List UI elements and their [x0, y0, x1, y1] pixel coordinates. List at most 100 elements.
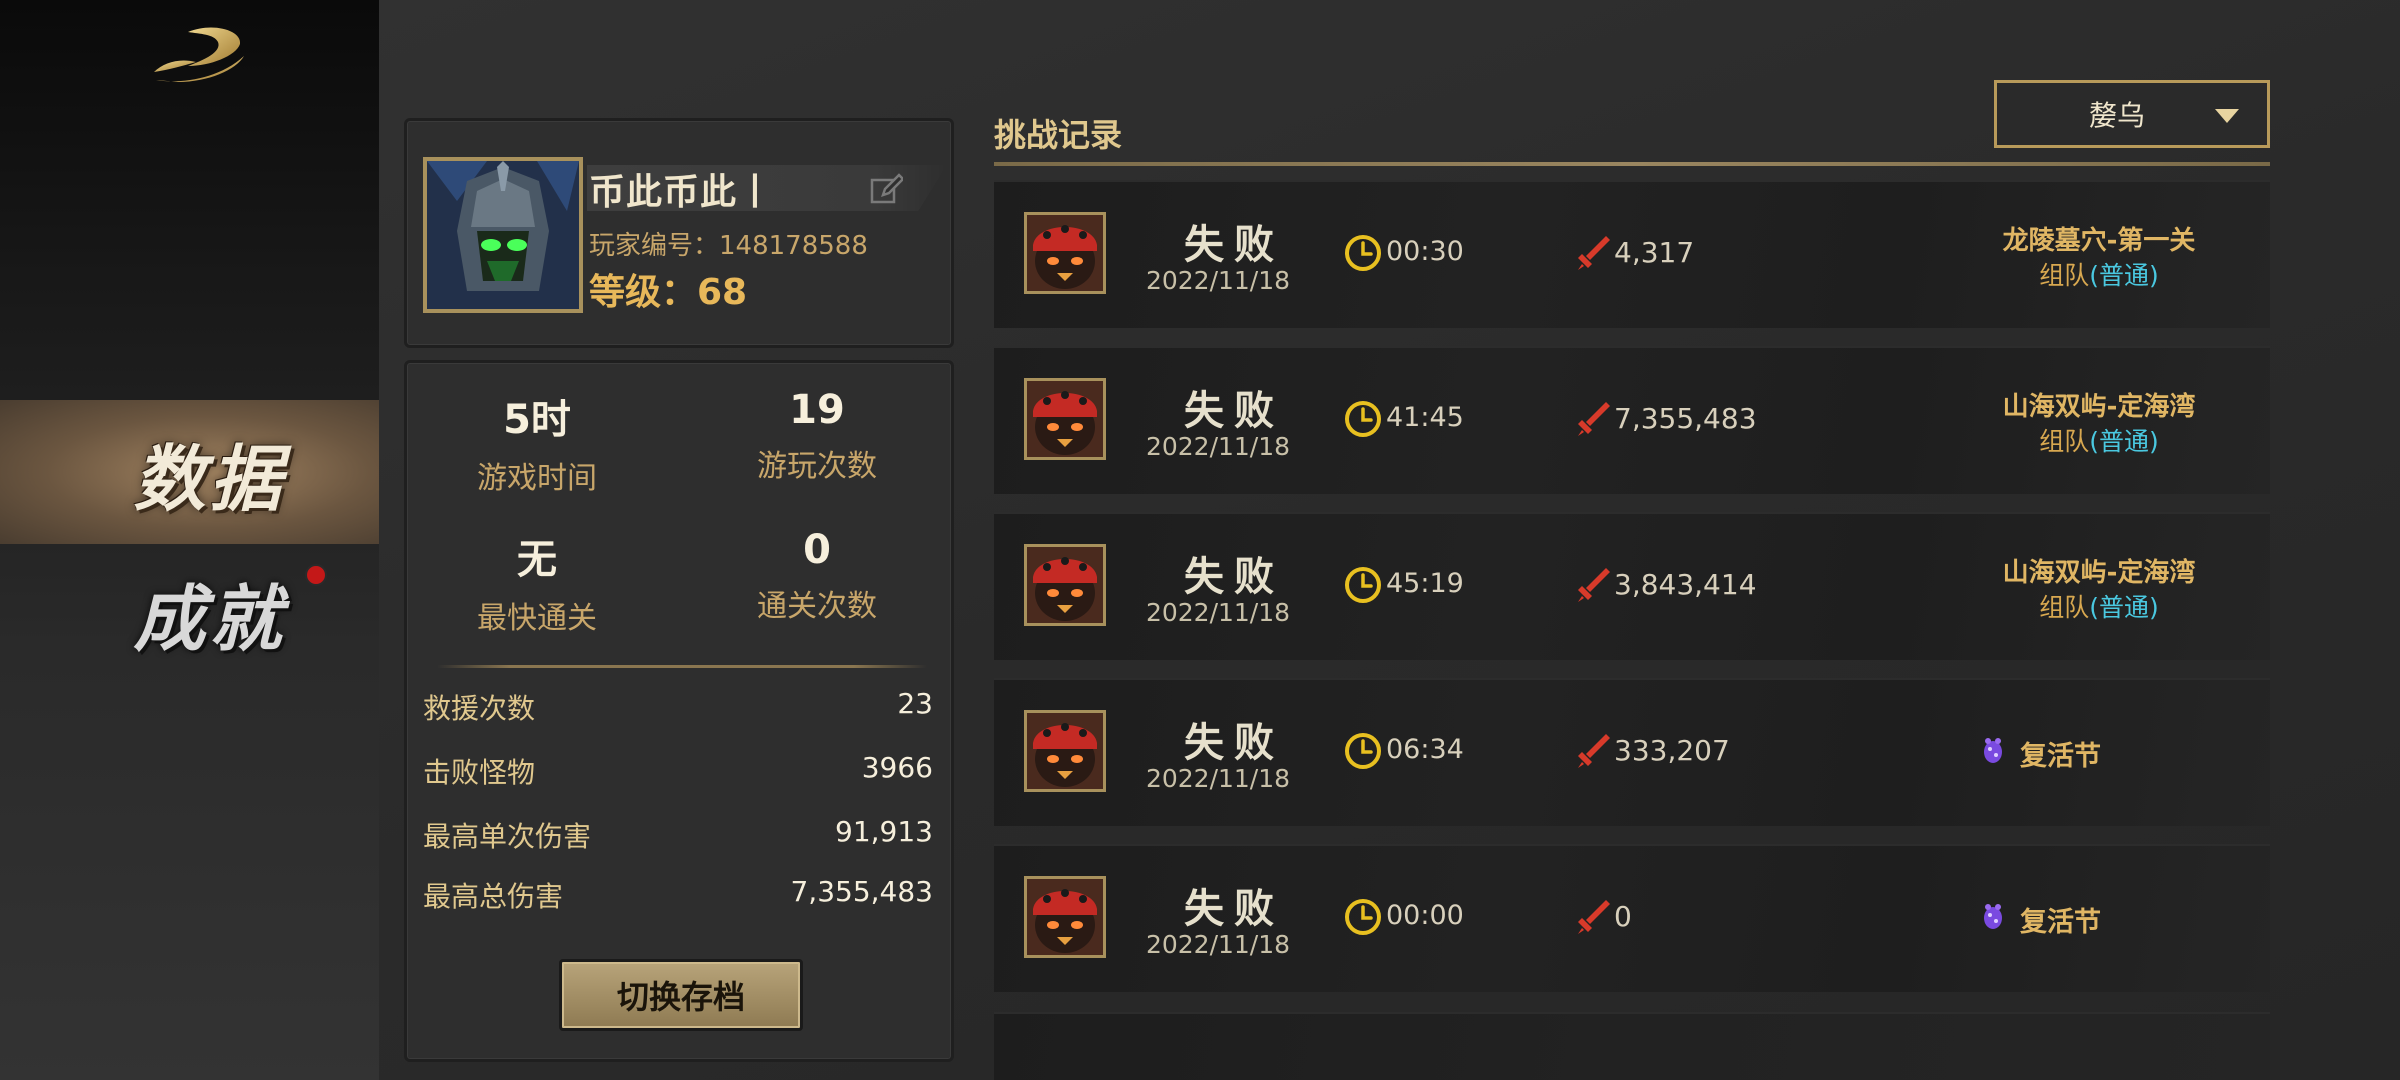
record-date: 2022/11/18 [1145, 266, 1291, 295]
record-mode: 组队(普通) [1934, 256, 2264, 292]
stat-label: 游戏时间 [477, 461, 597, 496]
record-date: 2022/11/18 [1145, 598, 1291, 627]
dropdown-selected-value: 嫠乌 [2088, 99, 2145, 132]
record-duration: 00:30 [1386, 236, 1464, 267]
record-duration: 41:45 [1386, 402, 1464, 433]
stat-value: 无 [517, 537, 557, 583]
player-id: 玩家编号：148178588 [589, 231, 868, 261]
record-stage: 山海双屿-定海湾 [2002, 558, 2196, 588]
player-avatar[interactable] [423, 157, 583, 313]
stat-row-max-total-damage: 最高总伤害 7,355,483 [423, 875, 933, 915]
easter-egg-icon [1978, 735, 2020, 772]
stat-row-label: 击败怪物 [423, 756, 536, 789]
record-row[interactable]: 失败 2022/11/18 00:30 4,317 龙陵墓穴-第一关 组队(普通) [994, 180, 2270, 328]
record-event-name: 复活节 [2020, 741, 2101, 772]
record-damage: 4,317 [1614, 236, 1695, 269]
record-character-avatar [1024, 710, 1106, 792]
game-logo-icon [154, 27, 244, 82]
record-damage: 333,207 [1614, 734, 1730, 767]
record-date: 2022/11/18 [1145, 432, 1291, 461]
record-duration: 00:00 [1386, 900, 1464, 931]
nav-item-data[interactable]: 数据 [0, 400, 379, 544]
record-result: 失败 [1184, 388, 1284, 434]
stat-clear-count: 0 通关次数 [687, 527, 947, 625]
record-mode-type: 组队 [2039, 427, 2090, 456]
stat-play-time: 5时 游戏时间 [407, 387, 667, 497]
stat-label: 最快通关 [477, 601, 597, 636]
clock-icon [1344, 234, 1382, 272]
record-event: 复活节 [1978, 734, 2101, 773]
edit-icon[interactable] [869, 173, 903, 207]
stat-row-rescues: 救援次数 23 [423, 687, 933, 727]
record-character-avatar [1024, 544, 1106, 626]
stat-label: 游玩次数 [757, 449, 877, 484]
easter-egg-icon [1978, 901, 2020, 938]
stat-row-label: 最高总伤害 [423, 880, 564, 913]
record-character-avatar [1024, 378, 1106, 460]
record-duration: 06:34 [1386, 734, 1464, 765]
record-row[interactable]: 失败 2022/11/18 45:19 3,843,414 山海双屿-定海湾 组队(普通) [994, 512, 2270, 660]
notification-dot [305, 564, 327, 586]
record-result: 失败 [1184, 222, 1284, 268]
record-mode-type: 组队 [2039, 593, 2090, 622]
record-row[interactable]: 失败 2022/11/18 06:34 333,207 复活节 [994, 678, 2270, 826]
stat-label: 通关次数 [757, 589, 877, 624]
divider [437, 665, 927, 668]
record-difficulty: (普通) [2089, 261, 2159, 290]
record-duration: 45:19 [1386, 568, 1464, 599]
player-name: 币此币此丨 [589, 172, 775, 213]
record-result: 失败 [1184, 554, 1284, 600]
stat-row-monsters: 击败怪物 3966 [423, 751, 933, 791]
nav-item-achievements[interactable]: 成就 [0, 540, 379, 684]
record-result: 失败 [1184, 720, 1284, 766]
sword-icon [1576, 732, 1612, 770]
record-mode: 组队(普通) [1934, 588, 2264, 624]
stat-row-max-single-damage: 最高单次伤害 91,913 [423, 815, 933, 855]
sword-icon [1576, 400, 1612, 438]
stat-row-label: 救援次数 [423, 692, 536, 725]
stats-card: 5时 游戏时间 19 游玩次数 无 最快通关 0 通关次数 救援次数 23 击败… [404, 360, 954, 1062]
chevron-down-icon [2215, 109, 2239, 123]
stat-value: 0 [803, 527, 831, 573]
records-divider [994, 162, 2270, 166]
clock-icon [1344, 898, 1382, 936]
stat-row-label: 最高单次伤害 [423, 820, 592, 853]
record-damage: 7,355,483 [1614, 402, 1757, 435]
character-filter-dropdown[interactable]: 嫠乌 [1994, 80, 2270, 148]
record-date: 2022/11/18 [1145, 764, 1291, 793]
nav-label-achievements: 成就 [133, 575, 286, 661]
record-character-avatar [1024, 212, 1106, 294]
record-mode: 组队(普通) [1934, 422, 2264, 458]
records-title: 挑战记录 [994, 116, 1123, 154]
clock-icon [1344, 732, 1382, 770]
record-difficulty: (普通) [2089, 593, 2159, 622]
record-row[interactable]: 失败 2022/11/18 41:45 7,355,483 山海双屿-定海湾 组队(普通) [994, 346, 2270, 494]
record-difficulty: (普通) [2089, 427, 2159, 456]
record-event: 复活节 [1978, 900, 2101, 939]
record-character-avatar [1024, 876, 1106, 958]
clock-icon [1344, 566, 1382, 604]
stat-row-value: 7,355,483 [790, 875, 933, 908]
record-stage: 龙陵墓穴-第一关 [2002, 226, 2196, 256]
stat-play-count: 19 游玩次数 [687, 387, 947, 485]
nav-label-data: 数据 [133, 435, 286, 521]
knight-helmet-icon [427, 161, 579, 309]
record-stage: 山海双屿-定海湾 [2002, 392, 2196, 422]
sidebar: 数据 成就 [0, 0, 379, 1080]
record-row[interactable]: 失败 2022/11/18 00:00 0 复活节 [994, 844, 2270, 992]
profile-card: 币此币此丨 玩家编号：148178588 等级：68 [404, 118, 954, 348]
record-damage: 0 [1614, 900, 1632, 933]
stat-value: 19 [789, 387, 845, 433]
record-date: 2022/11/18 [1145, 930, 1291, 959]
stat-row-value: 3966 [861, 751, 933, 784]
sword-icon [1576, 566, 1612, 604]
record-row-partial [994, 1012, 2270, 1080]
stat-fastest-clear: 无 最快通关 [407, 527, 667, 637]
record-event-name: 复活节 [2020, 907, 2101, 938]
sword-icon [1576, 234, 1612, 272]
stat-row-value: 23 [897, 687, 933, 720]
clock-icon [1344, 400, 1382, 438]
player-level: 等级：68 [589, 272, 748, 313]
sword-icon [1576, 898, 1612, 936]
switch-save-button[interactable]: 切换存档 [559, 959, 803, 1031]
